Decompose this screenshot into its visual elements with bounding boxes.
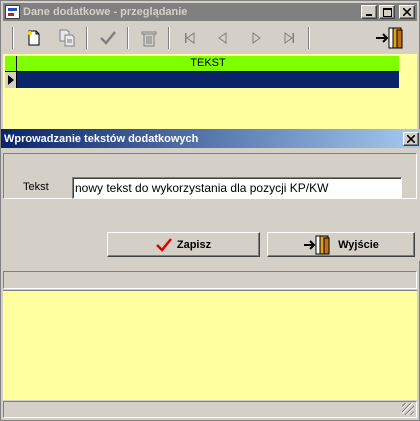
toolbar-separator — [86, 27, 88, 49]
trash-icon — [141, 31, 156, 46]
exit-button[interactable]: Wyjście — [267, 232, 415, 257]
table-row[interactable] — [5, 72, 399, 88]
exit-door-icon — [376, 27, 403, 49]
toolbar-separator — [168, 27, 170, 49]
table-cell[interactable] — [17, 72, 399, 88]
save-button-label: Zapisz — [176, 238, 212, 251]
dialog-title: Wprowadzanie tekstów dodatkowych — [4, 132, 199, 145]
prev-record-icon — [217, 32, 226, 44]
column-header-tekst[interactable]: TEKST — [17, 56, 399, 72]
maximize-icon — [382, 7, 392, 17]
close-button[interactable] — [399, 5, 415, 19]
toolbar — [3, 23, 417, 53]
delete-button[interactable] — [132, 25, 165, 51]
check-icon — [155, 237, 172, 252]
copy-document-icon — [59, 29, 74, 47]
first-record-icon — [184, 32, 194, 44]
window-title: Dane dodatkowe - przeglądanie — [23, 6, 188, 18]
minimize-button[interactable] — [361, 5, 377, 19]
maximize-button[interactable] — [379, 5, 395, 19]
exit-door-icon — [303, 235, 333, 255]
minimize-icon — [366, 14, 372, 16]
text-entry-dialog: Wprowadzanie tekstów dodatkowych Tekst Z… — [1, 129, 420, 261]
toolbar-exit-button[interactable] — [371, 25, 411, 51]
row-indicator[interactable] — [5, 72, 17, 88]
current-row-arrow-icon — [8, 75, 14, 85]
app-icon — [5, 5, 20, 19]
new-record-button[interactable] — [17, 25, 50, 51]
accept-button[interactable] — [91, 25, 124, 51]
close-icon — [407, 134, 415, 143]
last-record-button[interactable] — [272, 25, 305, 51]
grid-corner — [5, 56, 17, 72]
size-grip-icon[interactable] — [402, 403, 414, 415]
text-field-label: Tekst — [23, 181, 49, 193]
dialog-titlebar[interactable]: Wprowadzanie tekstów dodatkowych — [1, 129, 420, 148]
text-field[interactable] — [72, 177, 402, 199]
next-record-button[interactable] — [239, 25, 272, 51]
dialog-close-button[interactable] — [403, 131, 419, 146]
grid-header: TEKST — [5, 56, 399, 72]
last-record-icon — [284, 32, 294, 44]
check-icon — [99, 31, 116, 45]
outer-titlebar[interactable]: Dane dodatkowe - przeglądanie — [3, 3, 417, 21]
toolbar-separator — [308, 27, 310, 49]
lower-panel — [3, 290, 417, 400]
next-record-icon — [252, 32, 261, 44]
first-record-button[interactable] — [173, 25, 206, 51]
toolbar-separator — [127, 27, 129, 49]
bottom-status-bar — [3, 401, 417, 418]
copy-record-button[interactable] — [50, 25, 83, 51]
status-bar — [3, 271, 417, 289]
exit-button-label: Wyjście — [338, 238, 379, 251]
data-grid[interactable]: TEKST — [3, 54, 417, 129]
new-document-icon — [27, 30, 39, 46]
prev-record-button[interactable] — [206, 25, 239, 51]
toolbar-separator — [12, 27, 14, 49]
save-button[interactable]: Zapisz — [107, 232, 260, 257]
close-icon — [403, 8, 411, 16]
outer-window: Dane dodatkowe - przeglądanie TEKST Wpro… — [0, 0, 420, 421]
